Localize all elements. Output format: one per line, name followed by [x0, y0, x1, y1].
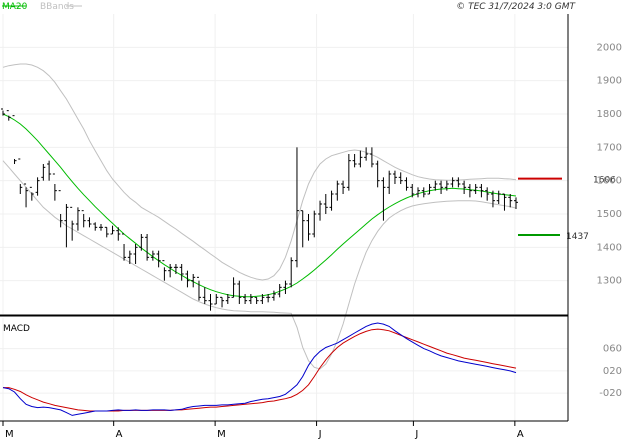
month-label: M	[217, 429, 226, 440]
price-tick-label: 1900	[597, 76, 622, 87]
macd-tick-label: 060	[603, 344, 622, 355]
x-axis-labels: MAMJJA	[2, 421, 524, 440]
month-label: J	[414, 429, 418, 440]
macd-tick-label: 020	[603, 366, 622, 377]
price-tick-label: 1300	[597, 276, 622, 287]
month-label: A	[517, 429, 524, 440]
price-tick-label: 1400	[597, 242, 622, 253]
chart-root: 1606 1437 1300 1400 1500 1600 1700 1800 1900 200…	[0, 0, 627, 440]
bbands-legend-label: BBands	[40, 2, 74, 12]
price-tick-label: 1500	[597, 209, 622, 220]
month-label: A	[116, 429, 123, 440]
macd-panel-bg	[0, 318, 568, 421]
ma20-legend-label: MA20	[2, 2, 28, 12]
price-tick-label: 2000	[597, 42, 622, 53]
month-label: M	[5, 429, 14, 440]
stock-chart-svg: 16061437 1300140015001600170018001900200…	[0, 2, 622, 440]
price-tick-label: 1700	[597, 142, 622, 153]
price-panel-bg	[0, 14, 568, 314]
macd-panel-title: MACD	[3, 324, 30, 334]
month-label: J	[318, 429, 322, 440]
price-tick-label: 1600	[597, 176, 622, 187]
copyright-label: © TEC 31/7/2024 3:0 GMT	[456, 2, 576, 12]
price-tick-label: 1800	[597, 109, 622, 120]
y-axis-labels: 1300 1400 1500 1600 1700 1800 1900 2000 -020 020 0…	[597, 42, 622, 399]
support-level-label: 1437	[566, 232, 589, 242]
macd-tick-label: -020	[599, 388, 622, 399]
